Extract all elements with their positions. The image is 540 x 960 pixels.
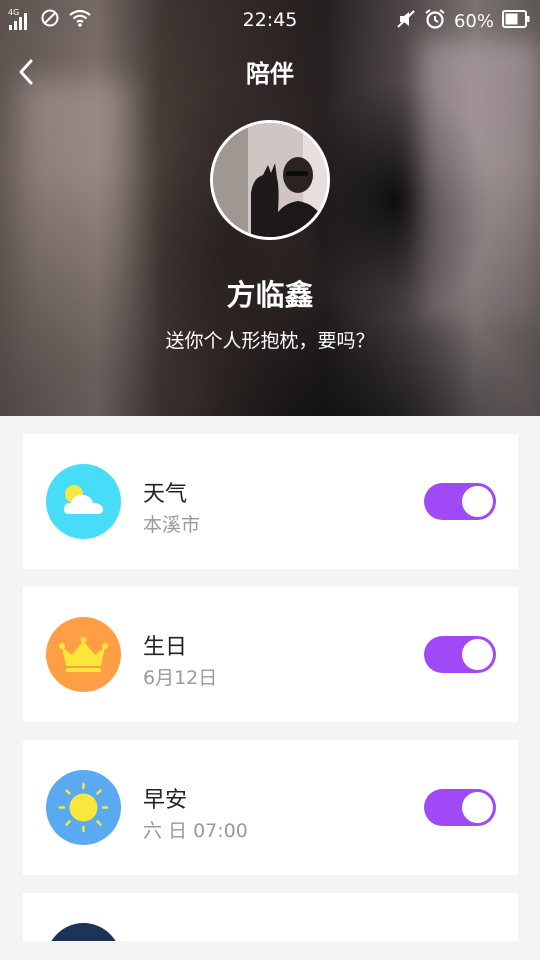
morning-icon-badge xyxy=(46,770,121,845)
battery-icon xyxy=(502,10,530,33)
item-title: 天气 xyxy=(143,482,188,507)
status-bar: 4G 22:45 60% xyxy=(0,0,540,38)
profile-name: 方临鑫 xyxy=(226,278,314,312)
mute-icon xyxy=(396,9,416,34)
alarm-icon xyxy=(424,8,446,35)
birthday-icon-badge xyxy=(46,617,121,692)
good-morning-toggle[interactable] xyxy=(424,789,496,826)
item-subtitle: 本溪市 xyxy=(143,514,201,536)
weather-icon-badge xyxy=(46,464,121,539)
avatar[interactable] xyxy=(210,120,330,240)
item-title: 早安 xyxy=(143,788,188,813)
battery-percent: 60% xyxy=(453,11,494,32)
moon-icon xyxy=(51,923,116,941)
cloud-sun-icon xyxy=(46,464,121,539)
crown-icon xyxy=(46,617,121,692)
item-title: 生日 xyxy=(143,635,188,660)
nav-bar: 陪伴 xyxy=(0,46,540,96)
list-item-birthday[interactable]: 生日 6月12日 xyxy=(23,587,518,722)
item-title: 晚安 xyxy=(143,935,187,941)
page-title: 陪伴 xyxy=(246,60,294,88)
night-icon-badge xyxy=(46,923,121,941)
item-subtitle: 六 日 07:00 xyxy=(143,820,248,842)
sun-icon xyxy=(46,770,121,845)
screen: 4G 22:45 60% 陪伴 方临鑫 送你个人形抱枕，要吗？ 天气 本溪市 生… xyxy=(0,0,540,960)
item-subtitle: 6月12日 xyxy=(143,667,218,689)
list-item-good-night[interactable]: 晚安 xyxy=(23,893,518,941)
weather-toggle[interactable] xyxy=(424,483,496,520)
list-item-good-morning[interactable]: 早安 六 日 07:00 xyxy=(23,740,518,875)
list-item-weather[interactable]: 天气 本溪市 xyxy=(23,434,518,569)
birthday-toggle[interactable] xyxy=(424,636,496,673)
profile-subtitle: 送你个人形抱枕，要吗？ xyxy=(165,330,375,352)
